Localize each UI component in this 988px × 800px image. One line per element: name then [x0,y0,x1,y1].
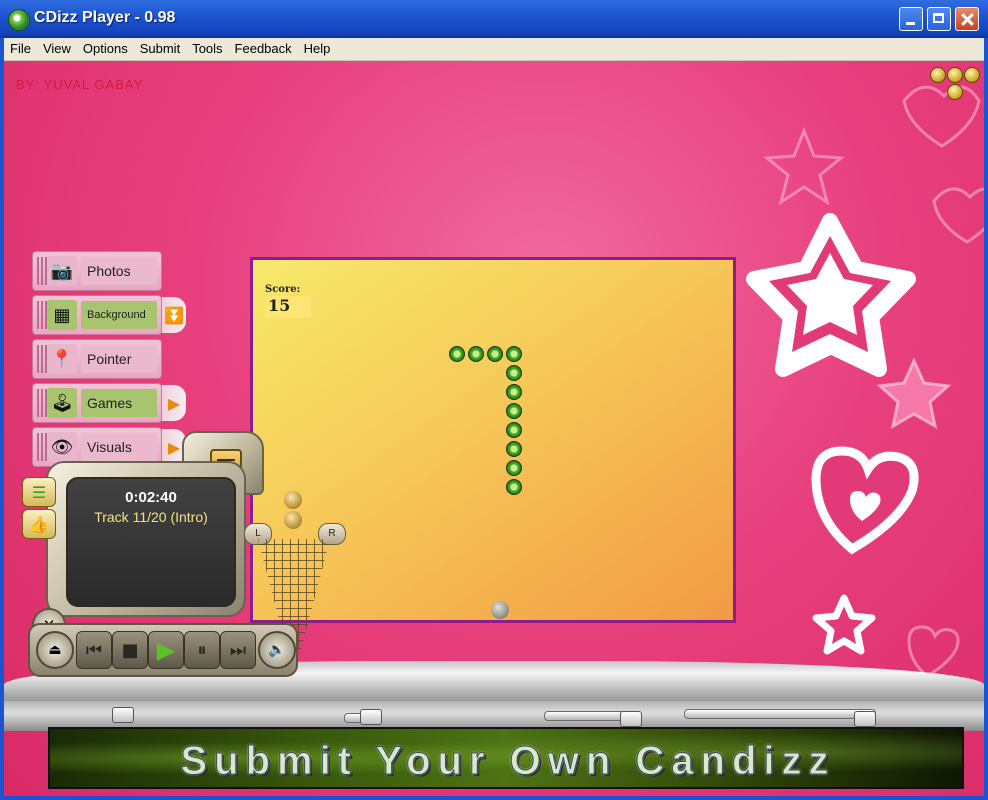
close-button[interactable] [955,7,979,31]
grip-handle [37,345,47,373]
thumbs-up-icon[interactable]: 👍 [22,509,56,539]
background-expand-down-icon[interactable]: ⏬ [162,297,186,333]
cd-app-icon [8,9,30,31]
joystick-icon: 🕹 [47,388,77,418]
camera-icon: 📷 [47,256,77,286]
banner-text: Submit Your Own Candizz [180,739,836,784]
score-value: 15 [265,296,311,318]
menu-options[interactable]: Options [77,38,134,56]
menu-dot-icon[interactable] [947,84,963,100]
maximize-button[interactable] [927,7,951,31]
sidebar-item-label: Games [81,389,157,417]
player-screen: 0:02:40 Track 11/20 (Intro) [66,477,236,607]
play-button[interactable]: ▶ [148,631,184,669]
window-frame-bottom [0,796,988,800]
slider-knob[interactable] [620,711,642,727]
snake-segment [449,346,465,362]
snake-segment [506,403,522,419]
restore-dot-icon[interactable] [947,67,963,83]
snake-segment [506,441,522,457]
author-credit: BY: YUVAL GABAY [16,77,144,92]
menu-help[interactable]: Help [298,38,337,56]
window-control-cluster [930,65,982,101]
snake-segment [506,422,522,438]
slider-knob[interactable] [360,709,382,725]
balance-bead-icon [284,491,302,509]
close-dot-icon[interactable] [964,67,980,83]
sidebar-item-games[interactable]: 🕹 Games [32,383,162,423]
snake-segment [506,479,522,495]
sidebar-item-label: Background [81,301,157,329]
menu-bar: File View Options Submit Tools Feedback Help [4,38,984,61]
snake-segment [506,346,522,362]
submit-banner[interactable]: Submit Your Own Candizz [48,727,964,789]
score-label: Score: [265,284,301,295]
slider-knob[interactable] [112,707,134,723]
minimize-dot-icon[interactable] [930,67,946,83]
snake-segment [506,365,522,381]
menu-view[interactable]: View [37,38,77,56]
stop-button[interactable]: ■ [112,631,148,669]
window-title: CDizz Player - 0.98 [34,9,176,26]
player-stage: BY: YUVAL GABAY Score: 15 📷 Photos ▦ Bac… [4,61,984,796]
menu-feedback[interactable]: Feedback [229,38,298,56]
grid-icon: ▦ [47,300,77,330]
volume-icon[interactable]: 🔈 [258,631,296,669]
grip-handle [37,389,47,417]
games-expand-right-icon[interactable]: ▶ [162,385,186,421]
sidebar-item-label: Photos [81,257,157,285]
snake-segment [468,346,484,362]
snake-segment [487,346,503,362]
pin-icon: 📍 [47,344,77,374]
minimize-button[interactable] [899,7,923,31]
grip-handle [37,257,47,285]
pause-button[interactable]: ⏸ [184,631,220,669]
slider-knob[interactable] [854,711,876,727]
sidebar-item-label: Pointer [81,345,157,373]
menu-submit[interactable]: Submit [134,38,186,56]
grip-handle [37,301,47,329]
track-info: Track 11/20 (Intro) [94,509,208,525]
sidebar-item-pointer[interactable]: 📍 Pointer [32,339,162,379]
previous-button[interactable]: ⏮ [76,631,112,669]
snake-segment [506,460,522,476]
slider-track[interactable] [684,709,876,719]
menu-tools[interactable]: Tools [186,38,228,56]
next-button[interactable]: ⏭ [220,631,256,669]
sidebar-item-background[interactable]: ▦ Background [32,295,162,335]
transport-bar: ⏏ ⏮ ■ ▶ ⏸ ⏭ 🔈 [28,623,298,677]
title-bar[interactable]: CDizz Player - 0.98 [0,0,988,38]
playlist-icon[interactable]: ☰ [22,477,56,507]
menu-file[interactable]: File [4,38,37,56]
window-frame-right [984,38,988,800]
elapsed-time: 0:02:40 [125,489,177,506]
snake-segment [506,384,522,400]
food-ball-icon [491,601,509,619]
sidebar-item-photos[interactable]: 📷 Photos [32,251,162,291]
balance-bead-icon [284,511,302,529]
eject-icon[interactable]: ⏏ [36,631,74,669]
